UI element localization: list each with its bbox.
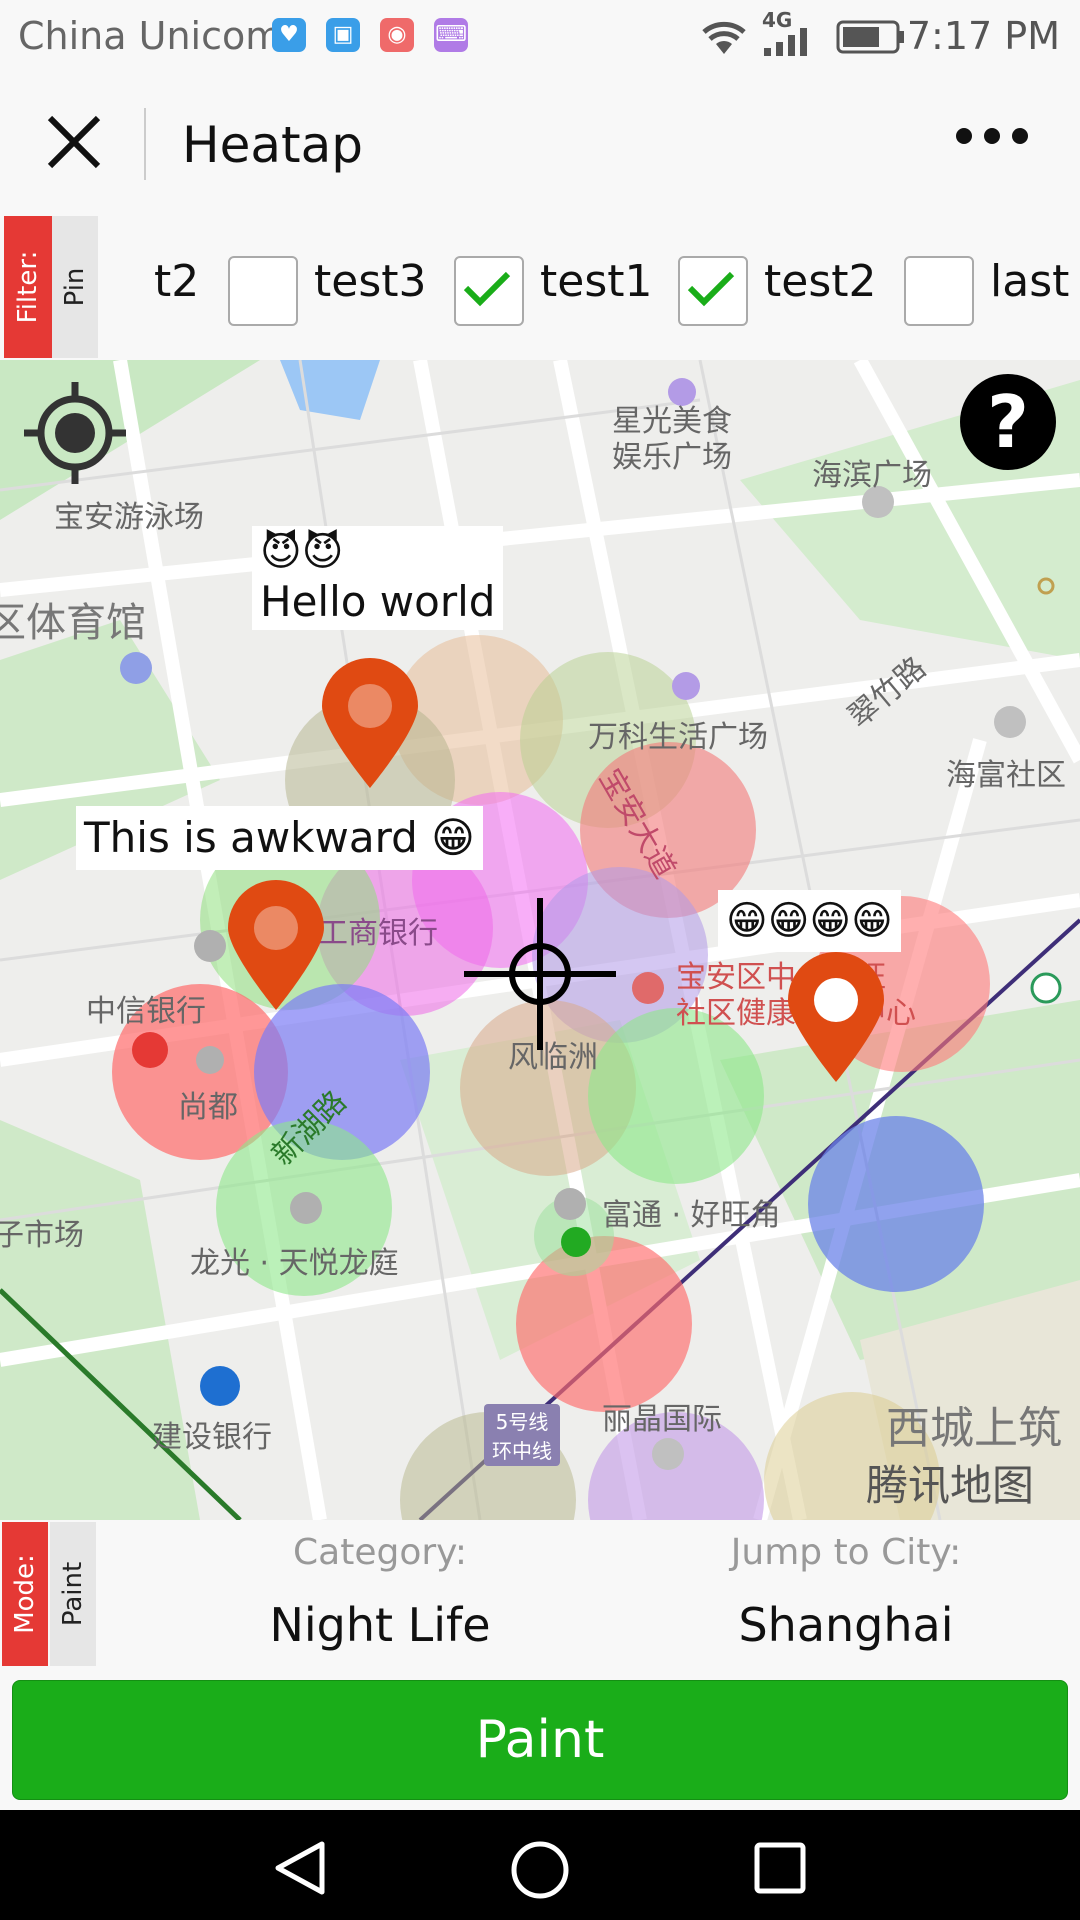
poi-label: 建设银行 [152, 1420, 272, 1455]
pin-popup-awkward[interactable]: This is awkward 😁 [76, 806, 483, 870]
pin-tab[interactable]: Pin [52, 216, 98, 358]
filter-label-test3: test3 [314, 256, 427, 307]
paint-button[interactable]: Paint [12, 1680, 1068, 1800]
checkbox-test3[interactable] [228, 256, 298, 326]
carrier-name: China Unicom [18, 14, 283, 58]
map-pin[interactable] [224, 880, 328, 1012]
poi-label: 娱乐广场 [612, 440, 732, 475]
mode-bar: Mode: Paint Category: Night Life Jump to… [0, 1520, 1080, 1668]
recents-icon[interactable] [752, 1840, 808, 1896]
battery-icon [836, 20, 904, 54]
category-picker[interactable]: Night Life [180, 1598, 580, 1652]
home-icon[interactable] [508, 1838, 572, 1902]
mode-tab[interactable]: Mode: [2, 1522, 48, 1666]
help-button[interactable]: ? [960, 374, 1056, 470]
filter-tab[interactable]: Filter: [4, 216, 52, 358]
title-divider [144, 108, 146, 180]
back-icon[interactable] [270, 1838, 330, 1898]
filter-label-test2: test2 [764, 256, 877, 307]
popup-text: Hello world [260, 577, 496, 626]
filter-label-t2: t2 [154, 256, 200, 307]
filter-tab-label: Filter: [13, 250, 43, 324]
crosshair-icon [464, 898, 616, 1050]
paint-tab[interactable]: Paint [50, 1522, 96, 1666]
close-icon[interactable] [44, 112, 104, 172]
city-label: Jump to City: [730, 1532, 962, 1573]
filter-label-test1: test1 [540, 256, 653, 307]
poi-label: 工商银行 [318, 916, 438, 951]
poi-label: 区体育馆 [0, 600, 146, 646]
popup-emoji: 😈😈 [260, 529, 344, 575]
pin-popup-laugh[interactable]: 😁😁😁😁 [718, 890, 901, 952]
poi-label: 西城上筑 [886, 1403, 1062, 1454]
pin-popup-hello[interactable]: 😈😈 Hello world [252, 526, 504, 630]
map-watermark: 腾讯地图 [866, 1461, 1035, 1510]
poi-label: 富通 · 好旺角 [602, 1198, 781, 1233]
locate-icon[interactable] [16, 374, 134, 492]
title-bar: Heatap [0, 72, 1080, 214]
filter-bar: Filter: Pin t2 test3 test1 test2 last [0, 214, 1080, 360]
camera-app-icon: ◉ [380, 18, 414, 52]
checkbox-test1[interactable] [454, 256, 524, 326]
keyboard-app-icon: ⌨ [434, 18, 468, 52]
poi-label: 海富社区 [946, 758, 1066, 793]
more-menu-icon[interactable] [950, 128, 1034, 158]
gallery-app-icon: ▣ [326, 18, 360, 52]
poi-label: 丽晶国际 [602, 1402, 722, 1437]
filter-label-last: last [990, 256, 1070, 307]
checkbox-last[interactable] [904, 256, 974, 326]
clock: 7:17 PM [906, 14, 1060, 58]
poi-label: 中信银行 [86, 994, 206, 1029]
poi-label: 尚都 [178, 1090, 238, 1125]
pin-tab-label: Pin [60, 267, 90, 307]
status-bar: China Unicom ♥ ▣ ◉ ⌨ 4G 7:17 PM [0, 0, 1080, 72]
checkmark-icon [463, 271, 511, 307]
poi-label: 子市场 [0, 1218, 84, 1253]
category-label: Category: [293, 1532, 467, 1573]
wifi-icon [702, 21, 746, 54]
checkbox-test2[interactable] [678, 256, 748, 326]
poi-label: 宝安游泳场 [54, 500, 204, 535]
poi-label: 万科生活广场 [588, 720, 768, 755]
checkmark-icon [687, 271, 735, 307]
metro-line-badge: 5号线 环中线 [484, 1404, 560, 1466]
map-pin[interactable] [318, 658, 422, 790]
poi-label: 龙光 · 天悦龙庭 [190, 1246, 399, 1281]
paint-tab-label: Paint [58, 1561, 88, 1627]
map-view[interactable]: 星光美食 娱乐广场 海滨广场 宝安游泳场 区体育馆 万科生活广场 翠竹路 海富社… [0, 360, 1080, 1520]
poi-label: 海滨广场 [812, 458, 932, 493]
metro-line-sub: 环中线 [492, 1439, 552, 1463]
health-app-icon: ♥ [272, 18, 306, 52]
system-nav-bar [0, 1810, 1080, 1920]
help-icon: ? [987, 380, 1029, 464]
mode-tab-label: Mode: [10, 1554, 40, 1634]
map-pin[interactable] [784, 952, 888, 1084]
signal-icon [764, 28, 807, 56]
city-picker[interactable]: Shanghai [646, 1598, 1046, 1652]
page-title: Heatap [182, 116, 363, 174]
metro-line-name: 5号线 [495, 1410, 549, 1434]
